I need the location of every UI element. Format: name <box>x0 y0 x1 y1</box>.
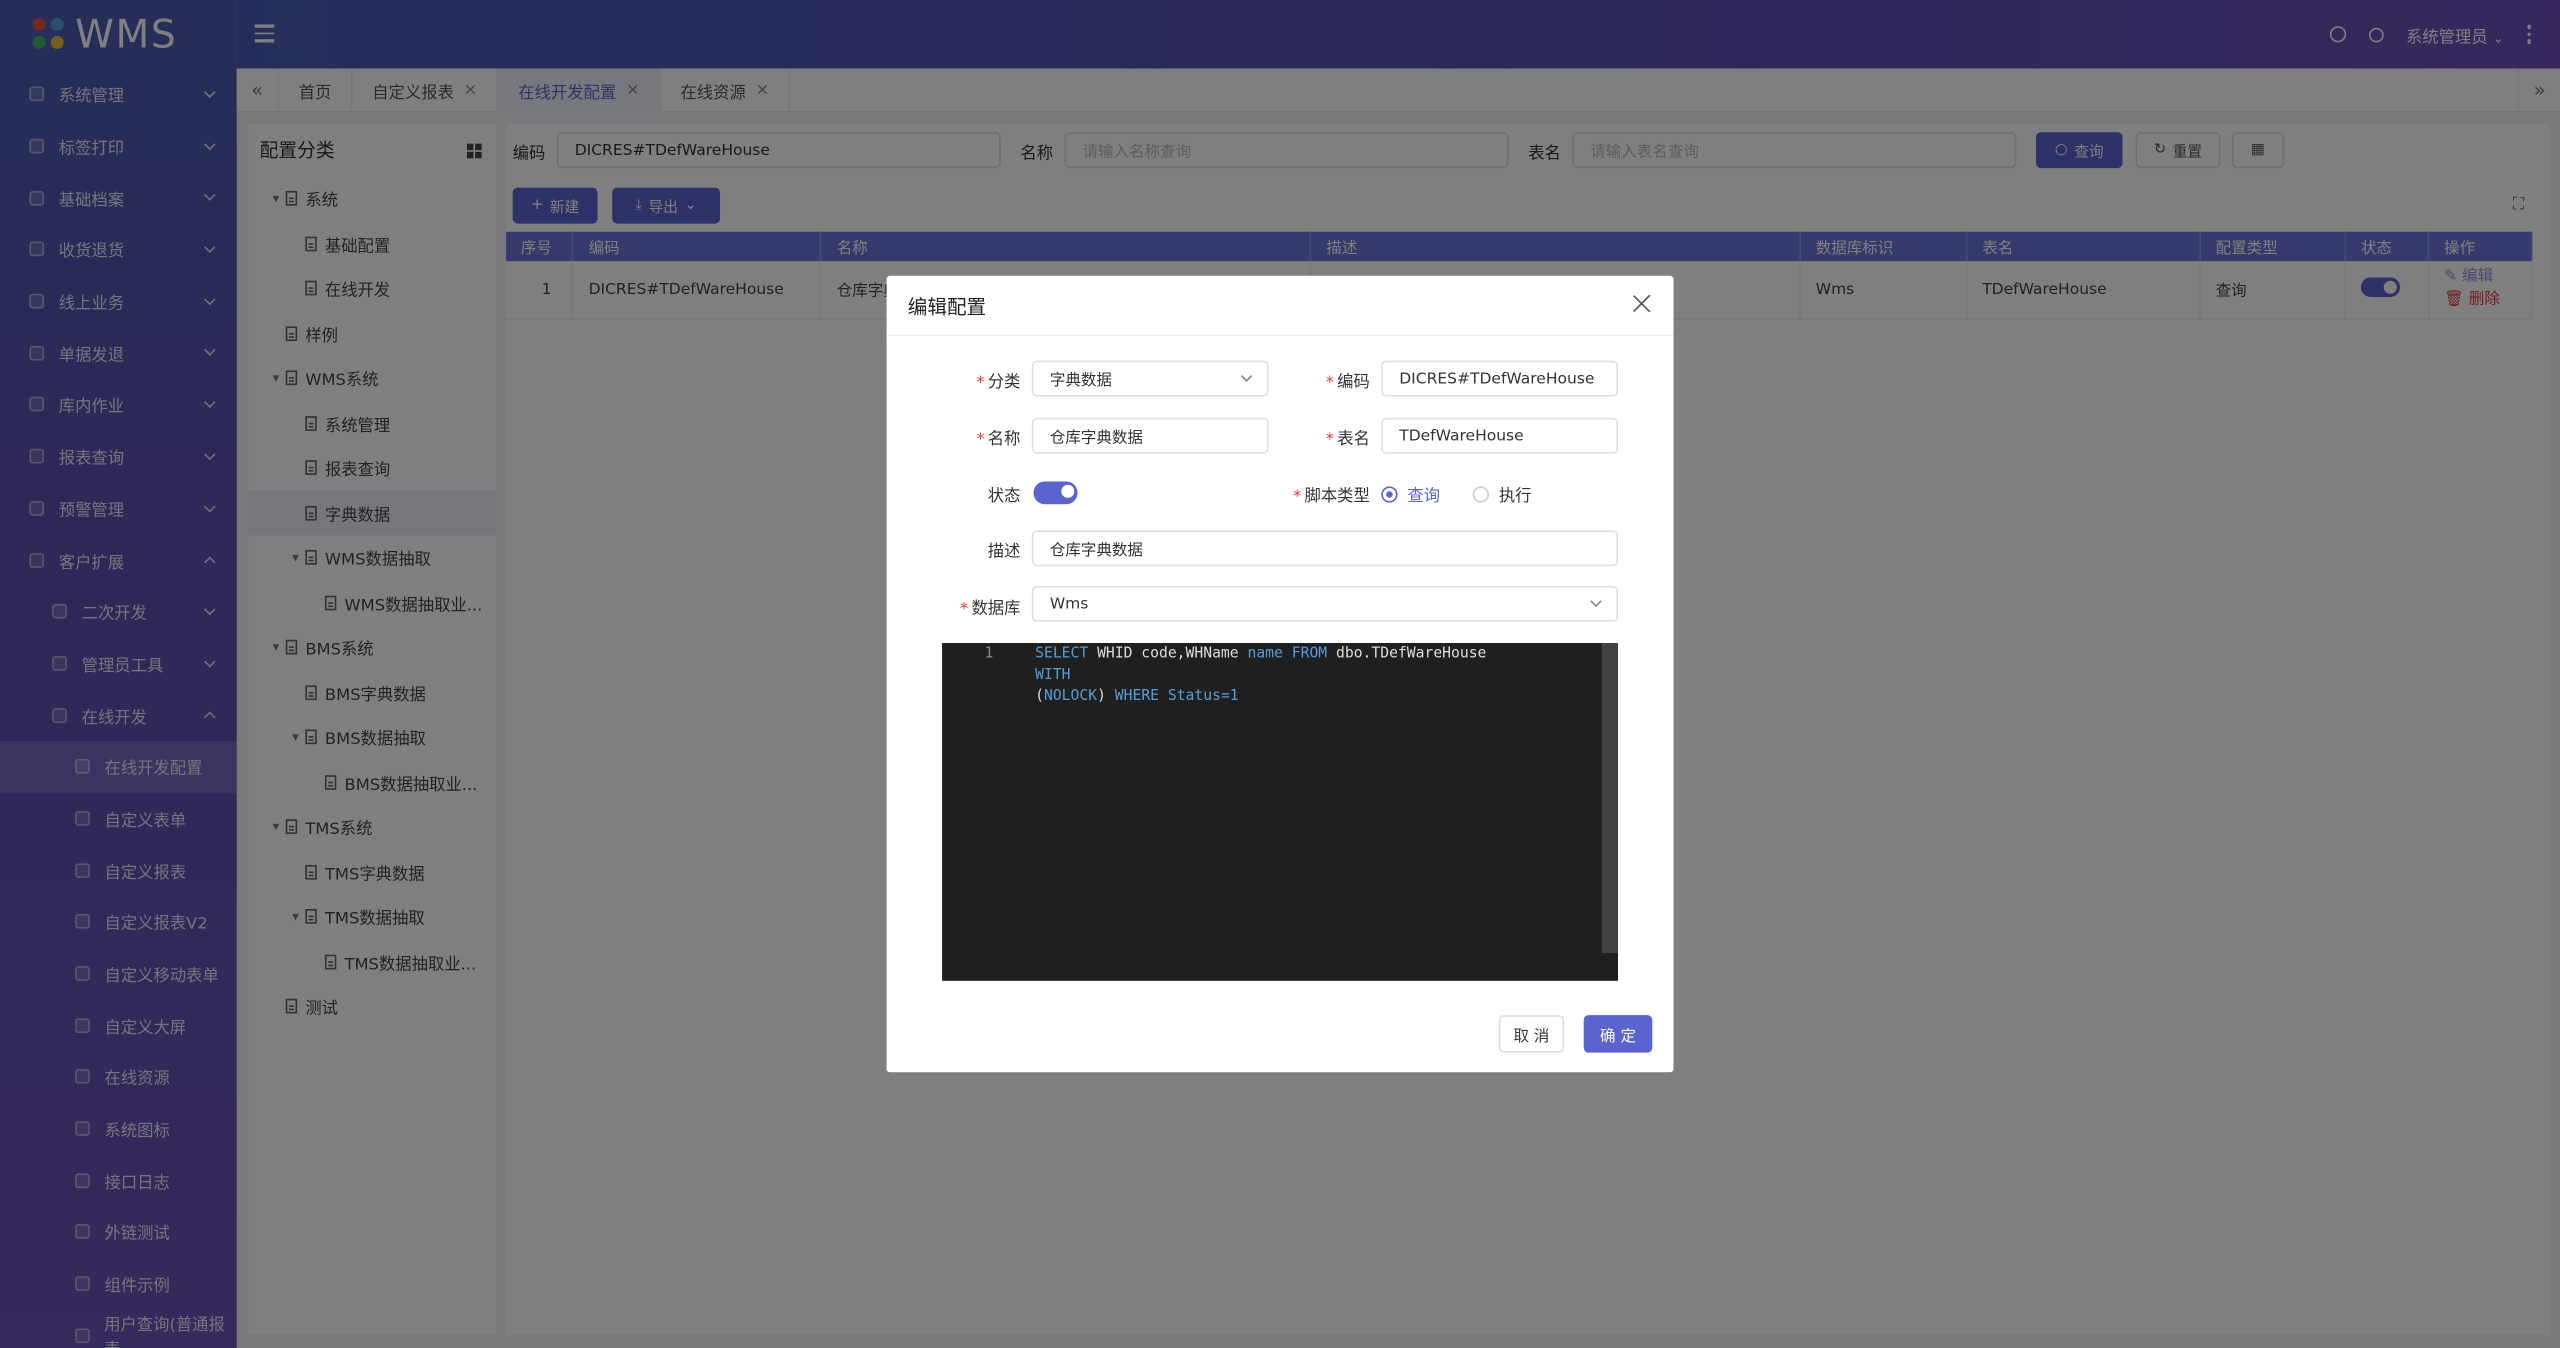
table-field-label: * 表名 <box>1325 430 1370 449</box>
close-icon[interactable] <box>1633 294 1653 314</box>
radio-execute[interactable]: 执行 <box>1472 481 1532 506</box>
category-select[interactable]: 字典数据 <box>1031 360 1269 397</box>
code-line-2: (NOLOCK) WHERE Status=1 <box>1035 688 1239 706</box>
code-field-label: * 编码 <box>1325 373 1370 392</box>
code-field[interactable]: DICRES#TDefWareHouse <box>1381 360 1619 397</box>
table-field[interactable]: TDefWareHouse <box>1381 417 1619 454</box>
desc-field-label: 描述 <box>987 543 1021 562</box>
db-field-label: * 数据库 <box>960 600 1021 619</box>
sql-editor[interactable]: 1 SELECT WHID code,WHName name FROM dbo.… <box>942 643 1619 981</box>
code-line-1: SELECT WHID code,WHName name FROM dbo.TD… <box>1035 646 1487 684</box>
script-type-label: * 脚本类型 <box>1293 487 1370 506</box>
category-field-label: * 分类 <box>976 373 1021 392</box>
radio-execute-label: 执行 <box>1498 487 1532 506</box>
line-number: 1 <box>984 646 994 663</box>
desc-field[interactable]: 仓库字典数据 <box>1031 530 1619 567</box>
chevron-down-icon <box>1240 370 1253 382</box>
radio-query[interactable]: 查询 <box>1381 481 1441 506</box>
status-field-label: 状态 <box>987 487 1021 506</box>
database-value: Wms <box>1049 594 1089 613</box>
editor-scrollbar[interactable] <box>1601 643 1619 954</box>
database-select[interactable]: Wms <box>1031 585 1619 622</box>
category-value: 字典数据 <box>1049 372 1112 391</box>
edit-config-dialog: 编辑配置 * 分类 字典数据 * 编码 DICRES#TDefWareHouse *… <box>886 275 1674 1073</box>
radio-checked-icon <box>1381 485 1398 502</box>
name-field[interactable]: 仓库字典数据 <box>1031 417 1269 454</box>
chevron-down-icon <box>1590 595 1602 608</box>
status-toggle[interactable] <box>1033 481 1078 505</box>
ok-button[interactable]: 确 定 <box>1583 1015 1653 1053</box>
cancel-button[interactable]: 取 消 <box>1498 1015 1565 1053</box>
name-field-label: * 名称 <box>976 430 1021 449</box>
radio-unchecked-icon <box>1472 485 1490 502</box>
sql-code: SELECT WHID code,WHName name FROM dbo.TD… <box>1035 645 1525 709</box>
radio-query-label: 查询 <box>1407 487 1441 506</box>
dialog-title: 编辑配置 <box>907 294 987 318</box>
